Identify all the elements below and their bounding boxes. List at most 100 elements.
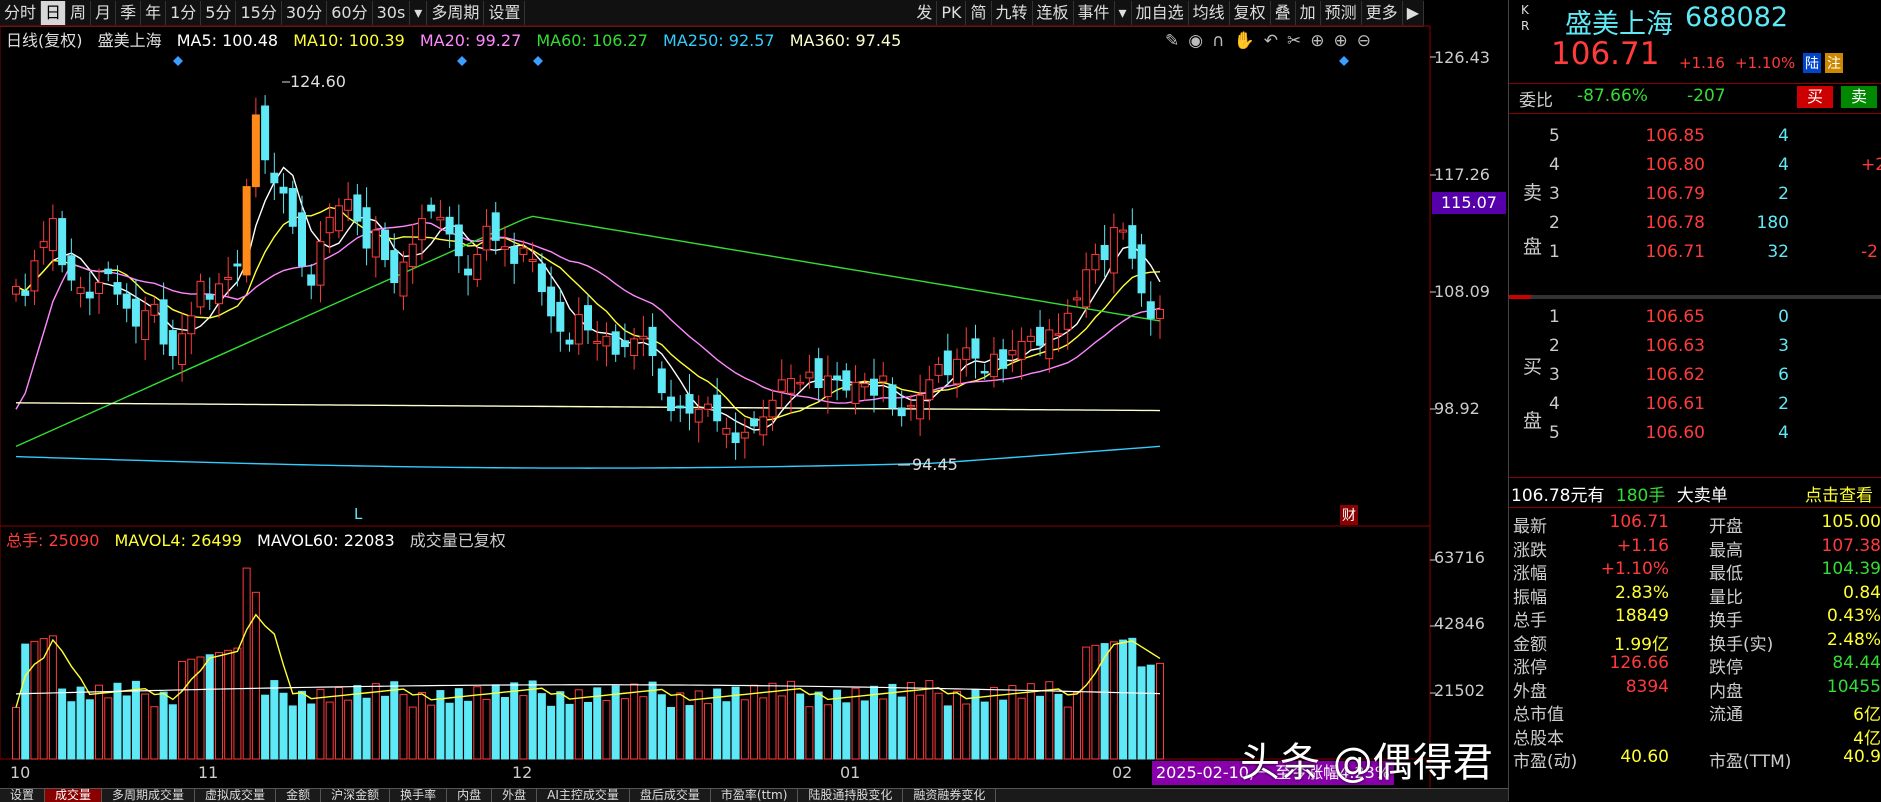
volume-bar	[713, 688, 722, 760]
candle-body	[667, 396, 676, 412]
volume-bar	[500, 696, 509, 760]
order-volume: 6	[1778, 365, 1789, 385]
volume-bar	[870, 685, 878, 760]
volume-bar	[242, 567, 251, 760]
volume-bar	[1146, 664, 1155, 760]
candle-body	[58, 218, 67, 266]
candle-body	[159, 299, 168, 345]
candle-body	[21, 290, 30, 296]
volume-bar	[556, 691, 565, 760]
level-number: 2	[1549, 213, 1560, 233]
volume-bar	[30, 640, 39, 760]
volume-axis-label: 63716	[1434, 548, 1485, 567]
candle-body	[1008, 349, 1017, 356]
order-price: 106.80	[1645, 155, 1705, 175]
price-axis-label: 108.09	[1434, 282, 1490, 301]
volume-bar	[288, 705, 297, 760]
stat-label: 市盈(TTM)	[1709, 752, 1792, 772]
candle-body	[630, 338, 639, 357]
candle-body	[131, 298, 140, 327]
candle-body	[648, 326, 657, 357]
indicator-tab[interactable]: 沪深金额	[321, 789, 391, 802]
volume-bar	[104, 697, 113, 760]
volume-bar	[1063, 706, 1072, 760]
volume-bar	[1082, 646, 1091, 760]
volume-bar	[205, 654, 214, 760]
indicator-tab[interactable]: 成交量	[45, 789, 103, 802]
candle-body	[482, 225, 491, 251]
buy-button[interactable]: 买	[1797, 86, 1833, 108]
view-detail-link[interactable]: 点击查看	[1805, 481, 1873, 506]
indicator-tab[interactable]: 金额	[276, 789, 322, 802]
indicator-tab[interactable]: 换手率	[390, 789, 448, 802]
volume-bar	[833, 689, 842, 760]
volume-bar	[325, 701, 334, 760]
mavol60-value: MAVOL60: 22083	[257, 531, 395, 550]
candle-body	[962, 347, 971, 360]
indicator-tab[interactable]: 设置	[0, 789, 46, 802]
indicator-tab[interactable]: 多周期成交量	[102, 789, 196, 802]
indicator-tab[interactable]: 内盘	[447, 789, 493, 802]
volume-bar	[953, 690, 962, 760]
order-price: 106.71	[1645, 242, 1705, 262]
order-volume: 2	[1778, 394, 1789, 414]
sell-button[interactable]: 卖	[1841, 86, 1877, 108]
volume-bar	[620, 698, 629, 760]
level-number: 4	[1549, 155, 1560, 175]
indicator-tab[interactable]: 陆股通持股变化	[798, 789, 904, 802]
candle-body	[943, 350, 952, 376]
candle-body	[805, 371, 814, 379]
price-change: +1.16	[1679, 54, 1725, 72]
indicator-tab[interactable]: 虚拟成交量	[195, 789, 277, 802]
candle-body	[298, 212, 306, 267]
candle-body	[48, 218, 57, 252]
low-annotation: 94.45	[912, 455, 958, 474]
candle-body	[1109, 227, 1118, 274]
stat-value: 105.00	[1821, 512, 1881, 532]
candle-body	[740, 431, 749, 439]
volume-bar	[214, 652, 223, 760]
stat-value: 126.66	[1609, 653, 1669, 673]
stat-value: 2.83%	[1614, 582, 1669, 603]
volume-bar	[270, 680, 279, 760]
stat-label: 总股本	[1513, 728, 1564, 749]
volume-indicator-line: 总手: 25090 MAVOL4: 26499 MAVOL60: 22083 成…	[6, 530, 516, 552]
order-change: +2	[1861, 155, 1881, 175]
indicator-tab[interactable]: 融资融券变化	[903, 789, 997, 802]
finance-marker[interactable]: 财	[1340, 505, 1358, 525]
volume-bar	[408, 706, 417, 760]
indicator-tab[interactable]: AI主控成交量	[537, 789, 630, 802]
volume-bar	[537, 693, 546, 760]
indicator-tab[interactable]: 盘后成交量	[630, 789, 711, 802]
candle-body	[187, 315, 196, 335]
l-marker[interactable]: L	[354, 505, 362, 523]
order-price: 106.61	[1645, 394, 1705, 414]
stat-label: 换手	[1709, 611, 1743, 631]
candle-body	[1082, 269, 1091, 308]
bid-side-char: 盘	[1523, 410, 1543, 432]
volume-bar	[796, 693, 805, 760]
candle-body	[417, 218, 426, 241]
volume-bar	[261, 694, 270, 760]
stat-value: 106.71	[1609, 512, 1669, 532]
stat-label: 最低	[1709, 564, 1743, 584]
candle-body	[270, 172, 279, 184]
volume-bar	[1109, 641, 1118, 760]
candle-body	[76, 287, 85, 294]
price-axis-label: 126.43	[1434, 48, 1490, 67]
stat-value: 2.48%	[1826, 629, 1881, 650]
stat-value: 40.60	[1620, 747, 1669, 767]
indicator-tab[interactable]: 外盘	[492, 789, 538, 802]
order-volume: 2	[1778, 184, 1789, 204]
volume-bar	[224, 649, 233, 760]
order-volume: 180	[1756, 213, 1789, 233]
candle-body	[1091, 253, 1100, 271]
indicator-tab[interactable]: 市盈率(ttm)	[711, 789, 799, 802]
candle-body	[565, 339, 574, 345]
volume-bar	[860, 700, 869, 760]
candle-body	[989, 353, 998, 378]
candle-body	[122, 293, 131, 309]
volume-bar	[454, 688, 463, 760]
volume-bar	[786, 680, 795, 760]
kline-chart[interactable]	[0, 0, 1508, 790]
